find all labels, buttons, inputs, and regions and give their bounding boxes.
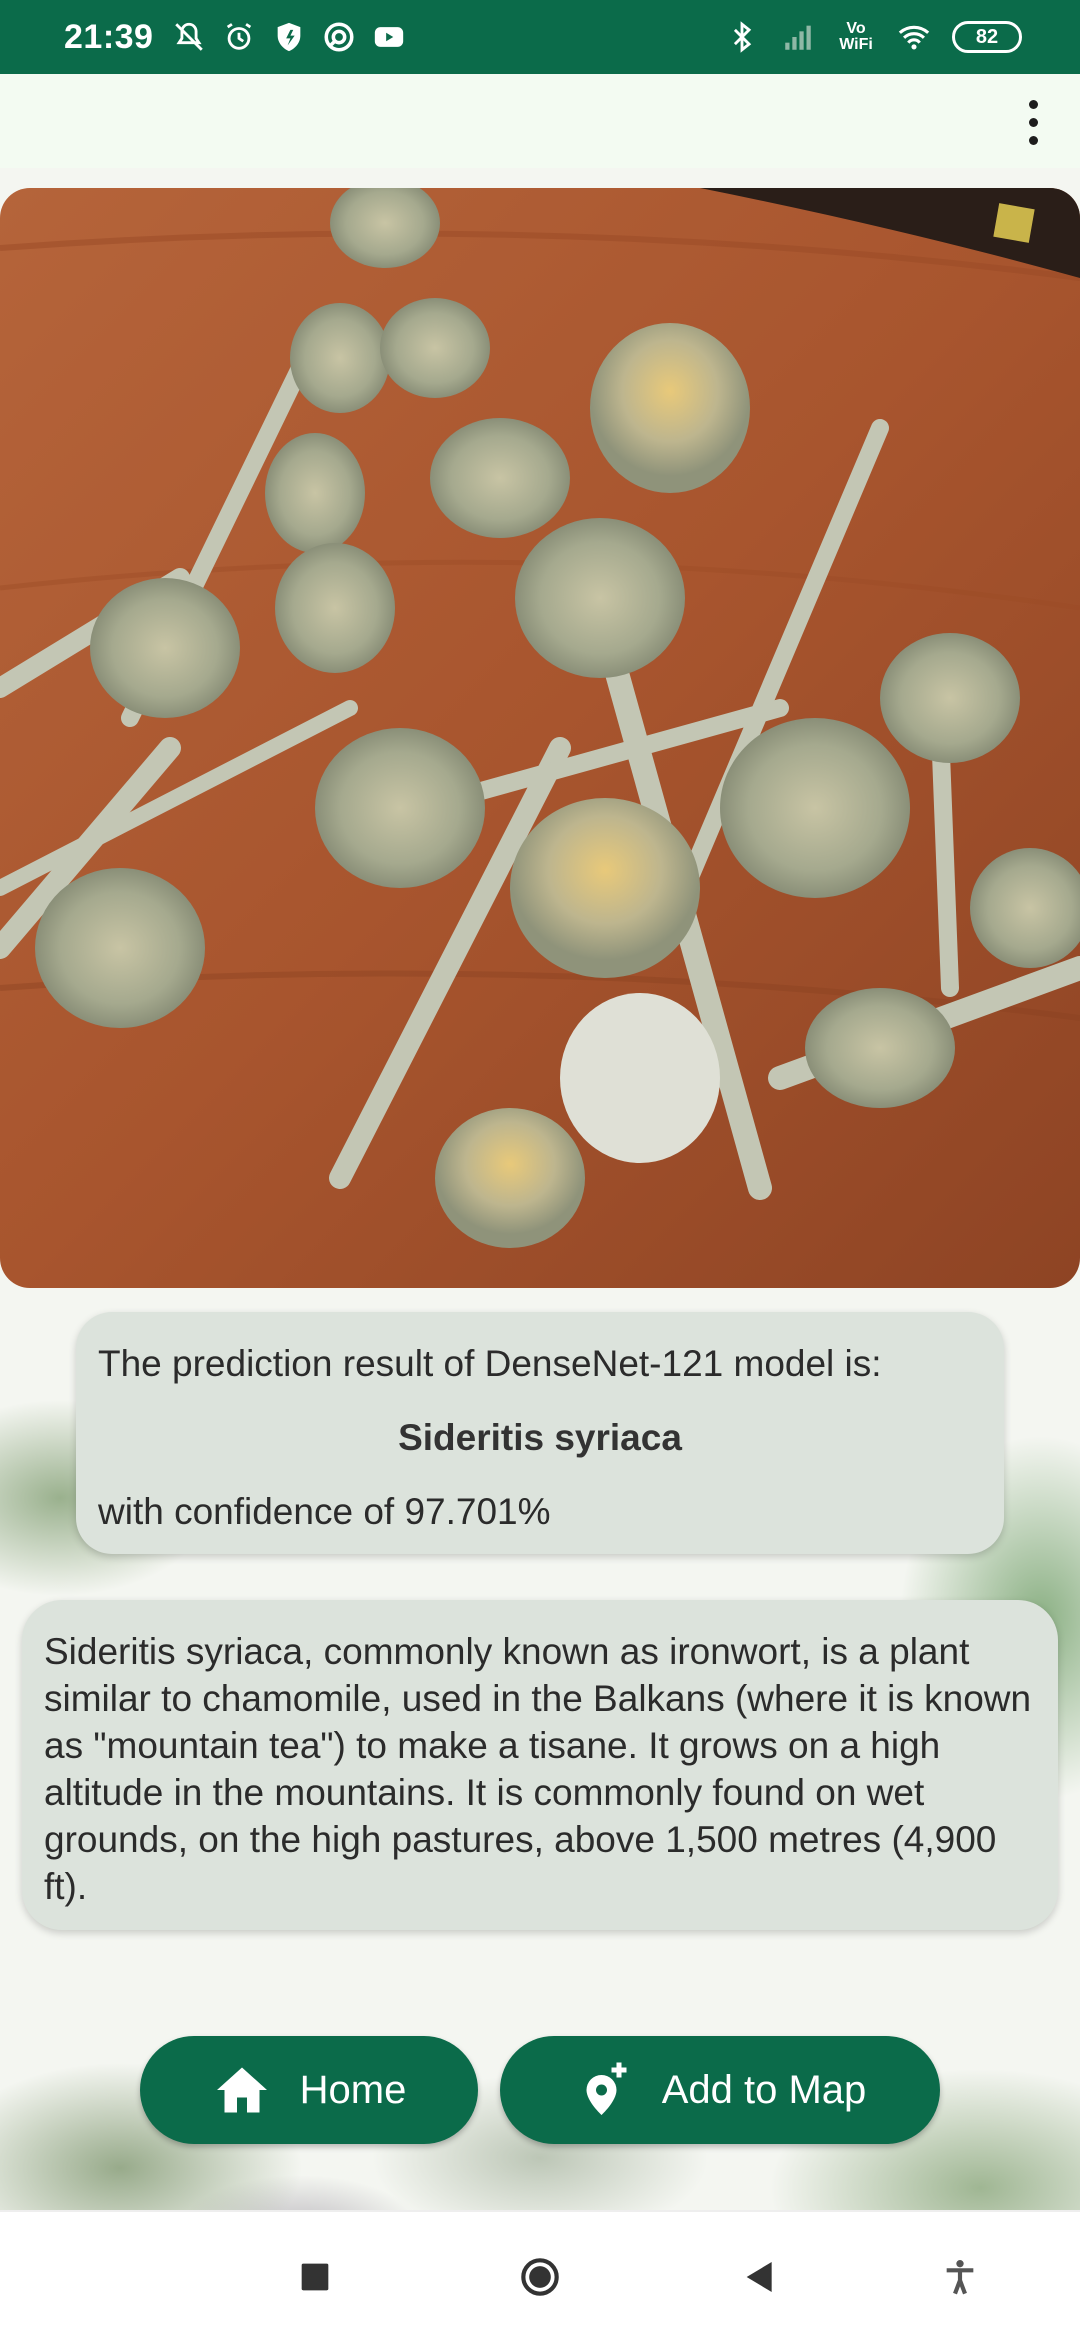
accessibility-icon[interactable] [925,2242,995,2312]
data-saver-icon [321,19,357,55]
home-button-label: Home [299,2067,407,2112]
status-time: 21:39 [64,17,154,56]
wifi-icon [896,19,932,55]
add-location-icon [586,2062,627,2115]
alarm-icon [221,19,257,55]
prediction-confidence: with confidence of 97.701% [98,1491,551,1532]
youtube-icon [371,19,407,55]
recents-icon[interactable] [280,2242,350,2312]
description-text: Sideritis syriaca, commonly known as iro… [44,1631,1032,1907]
prediction-card: The prediction result of DenseNet-121 mo… [76,1312,1004,1554]
overflow-menu-icon[interactable] [1008,94,1058,150]
status-left: 21:39 [64,18,407,57]
battery-level: 82 [975,25,999,48]
back-icon[interactable] [725,2242,795,2312]
system-nav-bar [0,2210,1080,2340]
plant-photo [0,188,1080,1288]
status-right: Vo WiFi 82 [724,19,1022,55]
add-to-map-label: Add to Map [661,2067,867,2112]
vowifi-icon: Vo WiFi [839,20,873,53]
home-nav-icon[interactable] [505,2242,575,2312]
add-to-map-button[interactable]: Add to Map [500,2036,940,2144]
app-bar [0,74,1080,168]
prediction-heading: The prediction result of DenseNet-121 mo… [98,1343,882,1384]
home-icon [216,2067,267,2113]
status-icons-left [171,19,407,55]
battery-icon: 82 [952,21,1022,53]
signal-icon [780,19,816,55]
status-bar: 21:39 Vo WiFi 82 [0,0,1080,74]
shield-icon [271,19,307,55]
bluetooth-icon [724,19,760,55]
mute-icon [171,19,207,55]
home-button[interactable]: Home [140,2036,478,2144]
prediction-species-name: Sideritis syriaca [398,1417,682,1458]
description-card: Sideritis syriaca, commonly known as iro… [22,1600,1058,1930]
